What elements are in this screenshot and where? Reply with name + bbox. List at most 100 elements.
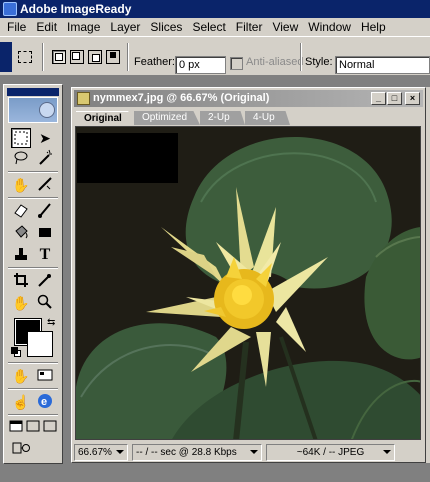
brush-icon [38,203,51,218]
close-icon: × [409,93,416,103]
crop-tool[interactable] [11,271,31,291]
feather-label: Feather: [134,56,175,68]
tab-optimized[interactable]: Optimized [134,111,200,125]
maximize-button[interactable]: □ [387,92,402,105]
menubar: File Edit Image Layer Slices Select Filt… [0,18,430,36]
jump-to-photoshop-button[interactable] [11,439,31,459]
slice-select-tool[interactable] [35,175,55,195]
type-tool[interactable]: T [35,245,55,265]
eye-icon [39,102,55,118]
view-tabs: Original Optimized 2-Up 4-Up [74,109,423,125]
toolbox: ➤ ✋ T ✋ ⇆ ✋ ☝ e [3,84,63,464]
full-screen-menu-mode-button[interactable] [25,418,40,438]
menu-image[interactable]: Image [62,18,105,36]
eyedropper-tool[interactable] [35,271,55,291]
intersect-selection-button[interactable] [106,50,120,64]
file-size-dropdown[interactable]: ~64K / -- JPEG [266,444,395,461]
image-canvas[interactable] [75,126,421,440]
document-title: nymmex7.jpg @ 66.67% (Original) [93,92,270,104]
download-time-dropdown[interactable]: -- / -- sec @ 28.8 Kbps [132,444,262,461]
rectangle-tool[interactable] [35,223,55,243]
menu-edit[interactable]: Edit [31,18,62,36]
menu-slices[interactable]: Slices [145,18,187,36]
hand-icon: ✋ [12,295,30,311]
eyedropper-icon [38,274,51,287]
move-arrow-icon: ➤ [39,130,51,146]
toolbox-separator [8,267,58,269]
tab-original[interactable]: Original [76,111,134,125]
menu-window[interactable]: Window [303,18,356,36]
browser-e-icon: e [38,394,52,408]
paint-bucket-tool[interactable] [11,223,31,243]
intersect-selection-icon [110,52,116,58]
swap-colors-icon[interactable]: ⇆ [47,317,55,328]
antialiased-checkbox[interactable] [230,57,243,70]
document-titlebar[interactable]: nymmex7.jpg @ 66.67% (Original) _ □ × [74,90,423,107]
menu-file[interactable]: File [2,18,31,36]
full-screen-mode-button[interactable] [42,418,57,438]
standard-screen-mode-button[interactable] [8,418,23,438]
options-bar-grip[interactable] [0,42,12,72]
toolbox-separator [8,414,58,416]
preview-document-button[interactable]: ☝ [11,392,31,412]
close-button[interactable]: × [405,92,420,105]
zoom-tool[interactable] [35,293,55,313]
eraser-tool[interactable] [11,201,31,221]
stamp-tool[interactable] [11,245,31,265]
options-separator [127,43,129,71]
tab-4-up[interactable]: 4-Up [245,111,290,125]
paint-bucket-icon [15,225,28,239]
workspace-right-edge [426,87,430,463]
default-colors-icon[interactable] [11,347,21,357]
image-map-hand-tool[interactable]: ✋ [11,366,31,386]
app-title: Adobe ImageReady [20,2,132,16]
magic-wand-tool[interactable] [35,149,55,169]
style-label: Style: [305,56,333,68]
add-selection-icon [72,52,80,60]
preview-in-browser-button[interactable]: e [35,392,55,412]
background-color-swatch[interactable] [27,331,53,357]
toolbox-separator [8,362,58,364]
menu-help[interactable]: Help [356,18,391,36]
screen-mode-standard-icon [9,420,22,432]
pointer-hand-icon: ☝ [12,394,30,410]
lasso-icon [14,151,28,165]
svg-text:e: e [41,396,47,408]
menu-view[interactable]: View [267,18,303,36]
rectangular-marquee-tool[interactable] [11,128,31,148]
knife-icon [38,177,52,191]
eraser-icon [14,204,28,218]
crop-icon [14,273,28,287]
subtract-from-selection-button[interactable] [88,50,102,64]
imageready-logo[interactable] [8,97,58,123]
subtract-selection-icon [92,54,100,62]
document-statusbar: 66.67% -- / -- sec @ 28.8 Kbps ~64K / --… [74,444,423,461]
menu-filter[interactable]: Filter [231,18,268,36]
slice-hand-tool[interactable]: ✋ [11,175,31,195]
feather-input[interactable]: 0 px [175,56,226,74]
menu-select[interactable]: Select [187,18,230,36]
add-to-selection-button[interactable] [70,50,84,64]
brush-tool[interactable] [35,201,55,221]
menu-layer[interactable]: Layer [105,18,145,36]
minimize-button[interactable]: _ [371,92,386,105]
type-icon: T [39,246,51,263]
zoom-level: 66.67% [78,447,112,458]
move-tool[interactable]: ➤ [35,128,55,148]
toolbox-separator [8,171,58,173]
chevron-down-icon [250,450,258,454]
new-selection-button[interactable] [52,50,66,64]
zoom-dropdown[interactable]: 66.67% [74,444,128,461]
hand-tool[interactable]: ✋ [11,293,31,313]
document-icon [77,92,90,105]
stamp-icon [15,248,27,260]
tab-2-up[interactable]: 2-Up [200,111,245,125]
hand-icon: ✋ [12,368,30,384]
imageready-app-icon[interactable] [3,2,17,16]
maximize-icon: □ [391,93,398,103]
style-select[interactable]: Normal [335,56,430,74]
toggle-slices-visibility-button[interactable] [35,366,55,386]
document-window: nymmex7.jpg @ 66.67% (Original) _ □ × Or… [71,87,426,463]
toolbox-titlebar[interactable] [7,88,59,96]
lasso-tool[interactable] [11,149,31,169]
